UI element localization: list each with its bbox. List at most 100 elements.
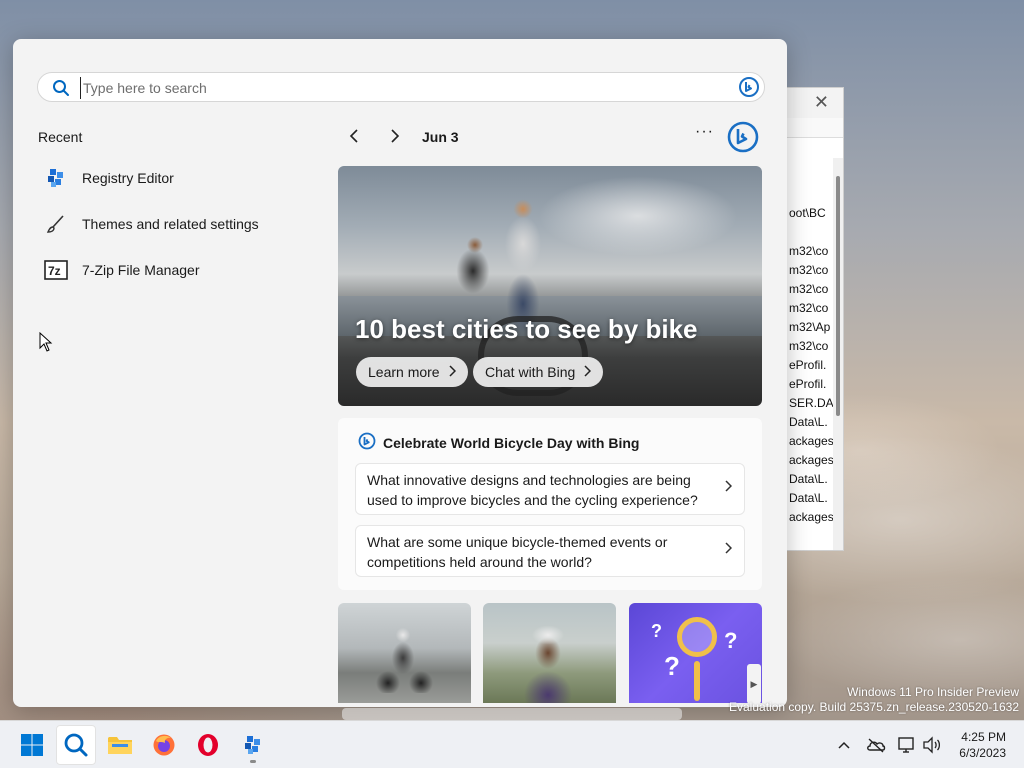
firefox-button[interactable] [144, 725, 184, 765]
chevron-right-icon [724, 541, 733, 560]
running-indicator [250, 760, 256, 763]
registry-value-line: ackages [789, 453, 834, 467]
magnifier-lens [677, 617, 717, 657]
hero-image-rider [483, 184, 563, 334]
search-input[interactable] [80, 77, 720, 99]
suggested-question[interactable]: What innovative designs and technologies… [355, 463, 745, 515]
date-navigation: Jun 3 ··· [343, 121, 763, 153]
brush-icon [43, 211, 69, 237]
chevron-right-icon [583, 364, 592, 380]
registry-value-line: oot\BC [789, 206, 826, 220]
windows-logo-icon [21, 734, 43, 756]
current-date: Jun 3 [422, 129, 459, 145]
chevron-up-icon [838, 741, 850, 749]
registry-value-line: eProfil. [789, 377, 827, 391]
registry-value-list: oot\BC m32\co m32\co m32\co m32\co m32\Ap m32\… [789, 204, 835, 527]
system-clock[interactable]: 4:25 PM 6/3/2023 [959, 729, 1006, 761]
hero-image-clouds [538, 176, 738, 256]
question-mark-glyph: ? [651, 621, 662, 641]
start-button[interactable] [12, 725, 52, 765]
next-day-button[interactable] [388, 128, 402, 149]
opera-button[interactable] [188, 725, 228, 765]
hero-card[interactable]: 10 best cities to see by bike Learn more… [338, 166, 762, 406]
flyout-shadow-strip [342, 708, 682, 720]
opera-icon [198, 734, 218, 756]
suggestions-title: Celebrate World Bicycle Day with Bing [383, 435, 640, 451]
suggested-question-text: What are some unique bicycle-themed even… [367, 534, 668, 570]
thumbnail-card-ebike[interactable] [338, 603, 471, 703]
folder-icon [108, 737, 132, 754]
scrollbar-thumb[interactable] [836, 176, 840, 416]
recent-item-7zip[interactable]: 7z 7-Zip File Manager [43, 252, 323, 288]
onedrive-offline-icon[interactable] [866, 735, 886, 755]
registry-value-line: Data\L. [789, 472, 828, 486]
recent-item-label: Registry Editor [82, 170, 174, 186]
taskbar: 4:25 PM 6/3/2023 [0, 720, 1024, 768]
background-window-scrollbar[interactable] [833, 158, 843, 550]
background-window[interactable]: ✕ oot\BC m32\co m32\co m32\co m32\co m32\Ap m3… [786, 87, 844, 551]
recent-item-label: 7-Zip File Manager [82, 262, 200, 278]
registry-editor-icon [245, 736, 260, 754]
clock-date: 6/3/2023 [959, 746, 1006, 760]
registry-value-line: Data\L. [789, 415, 828, 429]
file-explorer-button[interactable] [100, 725, 140, 765]
search-flyout: Recent Registry Editor Themes and relate… [13, 39, 787, 707]
thumbnail-card-cyclist[interactable] [483, 603, 616, 703]
bing-chat-icon [358, 432, 376, 455]
background-window-titlebar[interactable]: ✕ [787, 88, 843, 118]
svg-text:7z: 7z [48, 264, 61, 278]
chat-with-bing-button[interactable]: Chat with Bing [473, 357, 604, 387]
registry-value-line [789, 223, 835, 242]
registry-value-line: ackages [789, 510, 834, 524]
background-window-menu [787, 118, 843, 138]
chevron-right-icon [448, 364, 456, 380]
suggested-question[interactable]: What are some unique bicycle-themed even… [355, 525, 745, 577]
watermark-line: Windows 11 Pro Insider Preview [847, 685, 1019, 699]
firefox-icon [153, 734, 175, 756]
registry-value-line: m32\co [789, 301, 829, 315]
learn-more-label: Learn more [368, 364, 440, 380]
registry-value-line: eProfil. [789, 358, 827, 372]
suggested-question-text: What innovative designs and technologies… [367, 472, 698, 508]
learn-more-button[interactable]: Learn more [356, 357, 468, 387]
thumbnail-image [373, 623, 433, 693]
registry-value-line: m32\Ap [789, 320, 831, 334]
search-box[interactable] [37, 72, 765, 102]
question-mark-glyph: ? [724, 628, 738, 653]
recent-item-registry-editor[interactable]: Registry Editor [43, 160, 323, 196]
search-icon [64, 733, 88, 757]
registry-value-line: m32\co [789, 282, 829, 296]
chevron-right-icon [724, 479, 733, 498]
clock-time: 4:25 PM [961, 730, 1006, 744]
close-icon[interactable]: ✕ [814, 92, 829, 113]
question-mark-glyph: ? [664, 651, 680, 681]
registry-value-line: ackages [789, 434, 834, 448]
seven-zip-icon: 7z [43, 257, 69, 283]
taskbar-search-button[interactable] [56, 725, 96, 765]
recent-item-label: Themes and related settings [82, 216, 259, 232]
recent-item-themes[interactable]: Themes and related settings [43, 206, 323, 242]
more-options-button[interactable]: ··· [695, 123, 714, 141]
registry-value-line: m32\co [789, 263, 829, 277]
search-icon [52, 79, 70, 102]
watermark-line: Evaluation copy. Build 25375.zn_release.… [729, 700, 1019, 714]
registry-value-line: m32\co [789, 244, 829, 258]
registry-value-line: SER.DA [789, 396, 834, 410]
bing-chat-icon[interactable] [738, 76, 760, 103]
evaluation-watermark: Windows 11 Pro Insider Preview Evaluatio… [729, 685, 1019, 715]
network-icon[interactable] [897, 735, 917, 755]
thumbnail-image [513, 615, 583, 703]
magnifier-handle [694, 661, 700, 701]
show-hidden-icons-button[interactable] [834, 735, 854, 755]
previous-day-button[interactable] [347, 128, 361, 149]
registry-value-line: m32\co [789, 339, 829, 353]
bing-logo-icon[interactable] [726, 120, 760, 159]
chat-with-bing-label: Chat with Bing [485, 364, 576, 380]
volume-icon[interactable] [922, 735, 942, 755]
mouse-cursor-icon [39, 331, 53, 357]
recent-heading: Recent [38, 129, 83, 145]
registry-editor-taskbar-button[interactable] [233, 725, 273, 765]
bing-suggestions-card: Celebrate World Bicycle Day with Bing Wh… [338, 418, 762, 590]
registry-value-line: Data\L. [789, 491, 828, 505]
hero-title[interactable]: 10 best cities to see by bike [355, 314, 698, 345]
